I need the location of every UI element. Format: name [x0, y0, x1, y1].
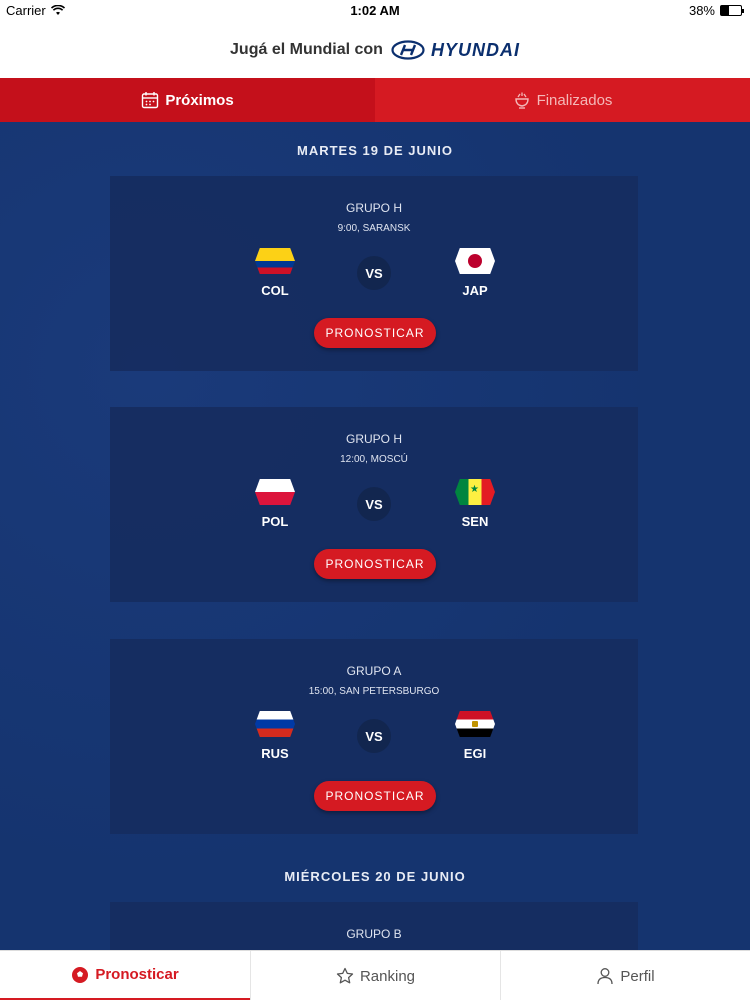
header-title: Jugá el Mundial con — [230, 41, 383, 58]
match-card: GRUPO H 12:00, MOSCÚ POL VS SEN PRONOSTI… — [110, 407, 638, 602]
senegal-flag-icon — [455, 479, 495, 505]
bottom-nav: Pronosticar Ranking Perfil — [0, 950, 750, 1000]
nav-pronosticar[interactable]: Pronosticar — [0, 951, 250, 1000]
away-team-code: SEN — [461, 514, 489, 529]
home-team-code: RUS — [261, 746, 289, 761]
match-tabs: Próximos Finalizados — [0, 78, 750, 122]
vs-badge: VS — [357, 719, 391, 753]
match-group: GRUPO A — [346, 664, 402, 678]
russia-flag-icon — [255, 711, 295, 737]
app-header: Jugá el Mundial con HYUNDAI — [0, 22, 750, 78]
battery-percent: 38% — [688, 3, 715, 18]
nav-ranking-label: Ranking — [359, 967, 416, 985]
vs-badge: VS — [357, 256, 391, 290]
status-time: 1:02 AM — [350, 3, 400, 18]
user-icon — [597, 968, 614, 985]
poland-flag-icon — [255, 479, 295, 505]
pronosticar-button[interactable]: PRONOSTICAR — [314, 318, 436, 348]
match-group: GRUPO H — [345, 432, 402, 446]
home-team: POL — [245, 479, 305, 529]
match-card: GRUPO A 15:00, SAN PETERSBURGO RUS VS EG… — [110, 639, 638, 834]
tab-finalizados-label: Finalizados — [536, 91, 613, 109]
egypt-flag-icon — [455, 711, 495, 737]
day-title: MIÉRCOLES 20 DE JUNIO — [284, 869, 466, 884]
tab-proximos[interactable]: Próximos — [0, 78, 375, 122]
star-icon — [336, 967, 354, 984]
match-group: GRUPO B — [346, 927, 402, 941]
match-time-venue: 9:00, SARANSK — [337, 223, 411, 234]
away-team-code: JAP — [462, 283, 488, 298]
pronosticar-button[interactable]: PRONOSTICAR — [314, 781, 436, 811]
colombia-flag-icon — [255, 248, 295, 274]
brand-name: HYUNDAI — [430, 39, 520, 60]
match-group: GRUPO H — [345, 201, 402, 215]
home-team-code: COL — [261, 283, 289, 298]
match-card: GRUPO B — [110, 902, 638, 950]
hyundai-emblem-icon — [391, 40, 425, 60]
home-team-code: POL — [261, 514, 289, 529]
match-list[interactable]: MARTES 19 DE JUNIO GRUPO H 9:00, SARANSK… — [0, 122, 750, 950]
nav-pronosticar-label: Pronosticar — [95, 966, 179, 983]
nav-perfil-label: Perfil — [620, 967, 655, 985]
away-team: SEN — [445, 479, 505, 529]
match-time-venue: 12:00, MOSCÚ — [340, 454, 408, 465]
soccer-ball-icon — [72, 966, 89, 983]
tab-proximos-label: Próximos — [165, 91, 234, 109]
home-team: RUS — [245, 711, 305, 761]
status-bar: Carrier 1:02 AM 38% — [0, 0, 750, 22]
battery-fill — [721, 6, 729, 15]
day-title: MARTES 19 DE JUNIO — [297, 143, 453, 158]
away-team-code: EGI — [463, 746, 487, 761]
calendar-icon — [142, 92, 159, 109]
match-time-venue: 15:00, SAN PETERSBURGO — [308, 686, 440, 697]
match-card: GRUPO H 9:00, SARANSK COL VS JAP PRONOST… — [110, 176, 638, 371]
away-team: JAP — [445, 248, 505, 298]
battery-icon — [720, 5, 744, 16]
battery-info: 38% — [688, 3, 744, 18]
japan-flag-icon — [455, 248, 495, 274]
trophy-icon — [514, 92, 529, 109]
away-team: EGI — [445, 711, 505, 761]
home-team: COL — [245, 248, 305, 298]
tab-finalizados[interactable]: Finalizados — [375, 78, 750, 122]
nav-ranking[interactable]: Ranking — [250, 951, 500, 1000]
vs-badge: VS — [357, 487, 391, 521]
hyundai-logo: HYUNDAI — [391, 40, 520, 61]
pronosticar-button[interactable]: PRONOSTICAR — [314, 549, 436, 579]
nav-perfil[interactable]: Perfil — [500, 951, 750, 1000]
